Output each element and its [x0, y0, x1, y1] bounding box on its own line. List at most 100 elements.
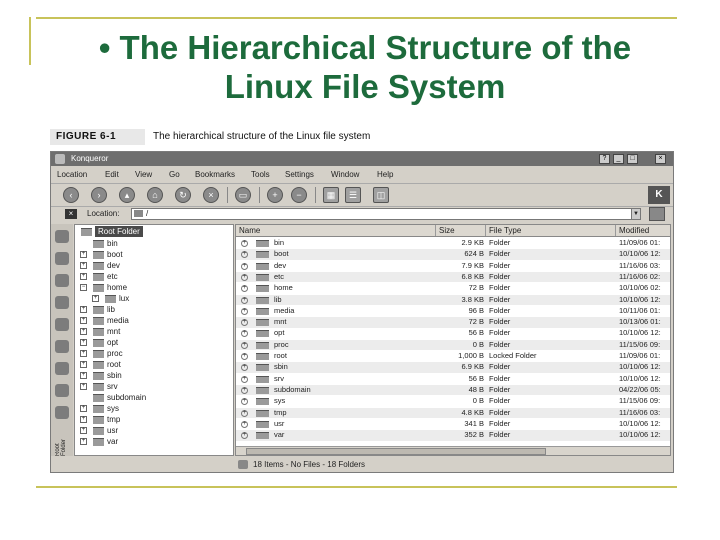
- expand-icon[interactable]: +: [80, 438, 87, 445]
- window-titlebar[interactable]: Konqueror ? _ □ ×: [51, 152, 673, 166]
- expand-icon[interactable]: +: [241, 319, 248, 327]
- expand-icon[interactable]: +: [80, 328, 87, 335]
- expand-icon[interactable]: +: [80, 350, 87, 357]
- expand-icon[interactable]: +: [241, 273, 248, 281]
- expand-icon[interactable]: +: [80, 416, 87, 423]
- tree-root[interactable]: Root Folder: [75, 226, 233, 237]
- minimize-button[interactable]: _: [613, 154, 624, 164]
- tree-item[interactable]: + etc: [75, 271, 233, 282]
- up-icon[interactable]: ▴: [119, 187, 135, 203]
- table-row[interactable]: + root 1,000 B Locked Folder 11/09/06 01:: [236, 351, 670, 362]
- expand-icon[interactable]: +: [80, 339, 87, 346]
- tree-item[interactable]: bin: [75, 238, 233, 249]
- reload-icon[interactable]: ↻: [175, 187, 191, 203]
- expand-icon[interactable]: +: [80, 405, 87, 412]
- zoom-in-icon[interactable]: +: [267, 187, 283, 203]
- tree-item[interactable]: + mnt: [75, 326, 233, 337]
- split-view-icon[interactable]: ◫: [373, 187, 389, 203]
- home-icon[interactable]: ⌂: [147, 187, 163, 203]
- tree-item[interactable]: + usr: [75, 425, 233, 436]
- expand-icon[interactable]: +: [241, 240, 248, 247]
- expand-icon[interactable]: +: [241, 330, 248, 338]
- network-tab-icon[interactable]: [55, 274, 69, 287]
- menu-view[interactable]: View: [135, 170, 152, 180]
- detail-view-icon[interactable]: ☰: [345, 187, 361, 203]
- tree-item[interactable]: + opt: [75, 337, 233, 348]
- back-icon[interactable]: ‹: [63, 187, 79, 203]
- expand-icon[interactable]: +: [241, 296, 248, 304]
- settings-tab-icon[interactable]: [55, 406, 69, 419]
- collapse-icon[interactable]: −: [80, 284, 87, 291]
- tree-item[interactable]: + dev: [75, 260, 233, 271]
- expand-icon[interactable]: +: [241, 364, 248, 372]
- table-row[interactable]: + sys 0 B Folder 11/15/06 09:: [236, 396, 670, 407]
- menu-location[interactable]: Location: [57, 170, 87, 180]
- table-row[interactable]: + srv 56 B Folder 10/10/06 12:: [236, 374, 670, 385]
- maximize-button[interactable]: □: [627, 154, 638, 164]
- menu-settings[interactable]: Settings: [285, 170, 314, 180]
- tree-item[interactable]: + srv: [75, 381, 233, 392]
- tree-item[interactable]: + boot: [75, 249, 233, 260]
- expand-icon[interactable]: +: [241, 285, 248, 293]
- table-row[interactable]: + proc 0 B Folder 11/15/06 09:: [236, 339, 670, 351]
- icon-view-icon[interactable]: ▦: [323, 187, 339, 203]
- media-tab-icon[interactable]: [55, 318, 69, 331]
- expand-icon[interactable]: +: [241, 341, 248, 349]
- table-row[interactable]: + var 352 B Folder 10/10/06 12:: [236, 430, 670, 441]
- menu-edit[interactable]: Edit: [105, 170, 119, 180]
- column-header-size[interactable]: Size: [436, 225, 486, 236]
- expand-icon[interactable]: +: [80, 251, 87, 258]
- table-row[interactable]: + boot 624 B Folder 10/10/06 12:: [236, 249, 670, 260]
- close-window-button[interactable]: ×: [655, 154, 666, 164]
- table-row[interactable]: + home 72 B Folder 10/10/06 02:: [236, 283, 670, 294]
- table-row[interactable]: + media 96 B Folder 10/11/06 01:: [236, 306, 670, 317]
- location-input[interactable]: /: [131, 208, 641, 220]
- tree-item[interactable]: + lib: [75, 304, 233, 315]
- expand-icon[interactable]: +: [80, 273, 87, 280]
- table-row[interactable]: + tmp 4.8 KB Folder 11/16/06 03:: [236, 407, 670, 418]
- expand-icon[interactable]: +: [241, 307, 248, 315]
- table-row[interactable]: + etc 6.8 KB Folder 11/16/06 02:: [236, 271, 670, 283]
- scrollbar-thumb[interactable]: [246, 448, 546, 455]
- tree-item[interactable]: + sbin: [75, 370, 233, 381]
- table-row[interactable]: + usr 341 B Folder 10/10/06 12:: [236, 419, 670, 430]
- column-header-file-type[interactable]: File Type: [486, 225, 616, 236]
- tree-item[interactable]: subdomain: [75, 392, 233, 403]
- expand-icon[interactable]: +: [241, 375, 248, 383]
- column-header-modified[interactable]: Modified: [616, 225, 670, 236]
- root-folder-tab-icon[interactable]: [55, 384, 69, 397]
- tree-item[interactable]: + lux: [75, 293, 233, 304]
- expand-icon[interactable]: +: [80, 306, 87, 313]
- expand-icon[interactable]: +: [241, 386, 248, 394]
- expand-icon[interactable]: +: [241, 251, 248, 259]
- expand-icon[interactable]: +: [80, 361, 87, 368]
- tree-item[interactable]: + sys: [75, 403, 233, 414]
- table-row[interactable]: + opt 56 B Folder 10/10/06 12:: [236, 328, 670, 339]
- tree-item[interactable]: + media: [75, 315, 233, 326]
- table-row[interactable]: + lib 3.8 KB Folder 10/10/06 12:: [236, 294, 670, 305]
- go-icon[interactable]: [649, 207, 665, 221]
- expand-icon[interactable]: +: [80, 262, 87, 269]
- history-tab-icon[interactable]: [55, 252, 69, 265]
- forward-icon[interactable]: ›: [91, 187, 107, 203]
- expand-icon[interactable]: +: [80, 372, 87, 379]
- devices-tab-icon[interactable]: [55, 362, 69, 375]
- expand-icon[interactable]: +: [80, 427, 87, 434]
- table-row[interactable]: + subdomain 48 B Folder 04/22/06 05:: [236, 384, 670, 396]
- menu-tools[interactable]: Tools: [251, 170, 270, 180]
- expand-icon[interactable]: +: [241, 432, 248, 440]
- table-row[interactable]: + sbin 6.9 KB Folder 10/10/06 12:: [236, 362, 670, 373]
- tree-item[interactable]: + var: [75, 436, 233, 447]
- horizontal-scrollbar[interactable]: [236, 446, 670, 455]
- location-dropdown-icon[interactable]: ▼: [631, 208, 641, 220]
- menu-window[interactable]: Window: [331, 170, 359, 180]
- table-row[interactable]: + mnt 72 B Folder 10/13/06 01:: [236, 317, 670, 328]
- help-window-button[interactable]: ?: [599, 154, 610, 164]
- expand-icon[interactable]: +: [92, 295, 99, 302]
- tree-item[interactable]: + proc: [75, 348, 233, 359]
- home-folder-tab-icon[interactable]: [55, 296, 69, 309]
- menu-bookmarks[interactable]: Bookmarks: [195, 170, 235, 180]
- expand-icon[interactable]: +: [241, 409, 248, 417]
- expand-icon[interactable]: +: [241, 262, 248, 270]
- services-tab-icon[interactable]: [55, 340, 69, 353]
